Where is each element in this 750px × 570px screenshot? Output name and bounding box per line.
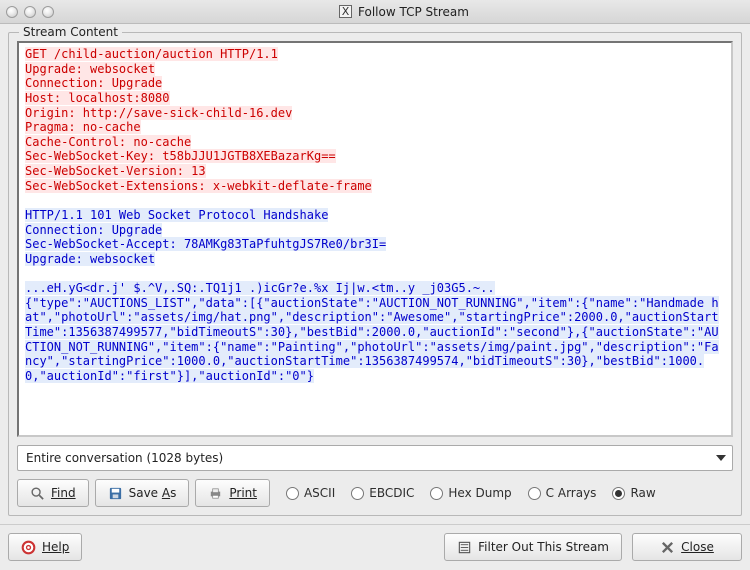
- radio-label: C Arrays: [546, 486, 597, 500]
- print-button[interactable]: Print: [195, 479, 270, 507]
- window-controls[interactable]: [6, 6, 54, 18]
- radio-label: Raw: [630, 486, 655, 500]
- radio-icon: [528, 487, 541, 500]
- radio-icon: [351, 487, 364, 500]
- help-label: Help: [42, 540, 69, 554]
- radio-label: EBCDIC: [369, 486, 414, 500]
- find-label: Find: [51, 486, 76, 500]
- radio-icon: [430, 487, 443, 500]
- print-label: Print: [229, 486, 257, 500]
- close-label: Close: [681, 540, 714, 554]
- window-body: Stream Content GET /child-auction/auctio…: [0, 24, 750, 522]
- radio-icon: [612, 487, 625, 500]
- printer-icon: [208, 486, 223, 501]
- radio-raw[interactable]: Raw: [612, 486, 655, 500]
- chevron-down-icon: [716, 455, 726, 461]
- encoding-radio-group: ASCII EBCDIC Hex Dump C Arrays Raw: [286, 486, 656, 500]
- save-icon: [108, 486, 123, 501]
- window-title: X Follow TCP Stream: [64, 5, 744, 19]
- radio-label: ASCII: [304, 486, 335, 500]
- search-icon: [30, 486, 45, 501]
- window-title-text: Follow TCP Stream: [358, 5, 469, 19]
- bottom-bar: Help Filter Out This Stream Close: [0, 524, 750, 569]
- filter-out-label: Filter Out This Stream: [478, 540, 609, 554]
- zoom-window-icon[interactable]: [42, 6, 54, 18]
- action-row: Find Save As Print ASCII: [17, 479, 733, 507]
- titlebar: X Follow TCP Stream: [0, 0, 750, 24]
- stream-content-group: Stream Content GET /child-auction/auctio…: [8, 32, 742, 516]
- request-block: GET /child-auction/auction HTTP/1.1 Upgr…: [25, 47, 372, 193]
- find-button[interactable]: Find: [17, 479, 89, 507]
- conversation-dropdown[interactable]: Entire conversation (1028 bytes): [17, 445, 733, 471]
- dropdown-selected-label: Entire conversation (1028 bytes): [26, 451, 223, 465]
- stream-textview[interactable]: GET /child-auction/auction HTTP/1.1 Upgr…: [17, 41, 733, 437]
- group-legend: Stream Content: [19, 25, 122, 39]
- minimize-window-icon[interactable]: [24, 6, 36, 18]
- filter-icon: [457, 540, 472, 555]
- radio-ebcdic[interactable]: EBCDIC: [351, 486, 414, 500]
- filter-out-button[interactable]: Filter Out This Stream: [444, 533, 622, 561]
- radio-ascii[interactable]: ASCII: [286, 486, 335, 500]
- app-x-icon: X: [339, 5, 352, 18]
- save-as-label: Save As: [129, 486, 177, 500]
- help-button[interactable]: Help: [8, 533, 82, 561]
- response-headers-block: HTTP/1.1 101 Web Socket Protocol Handsha…: [25, 208, 386, 266]
- close-window-icon[interactable]: [6, 6, 18, 18]
- save-as-button[interactable]: Save As: [95, 479, 190, 507]
- radio-carrays[interactable]: C Arrays: [528, 486, 597, 500]
- close-button[interactable]: Close: [632, 533, 742, 561]
- close-icon: [660, 540, 675, 555]
- radio-label: Hex Dump: [448, 486, 511, 500]
- radio-hexdump[interactable]: Hex Dump: [430, 486, 511, 500]
- radio-icon: [286, 487, 299, 500]
- response-body-block: ...eH.yG<dr.j' $.^V,.SQ:.TQ1j1 .)icGr?e.…: [25, 281, 719, 383]
- help-icon: [21, 540, 36, 555]
